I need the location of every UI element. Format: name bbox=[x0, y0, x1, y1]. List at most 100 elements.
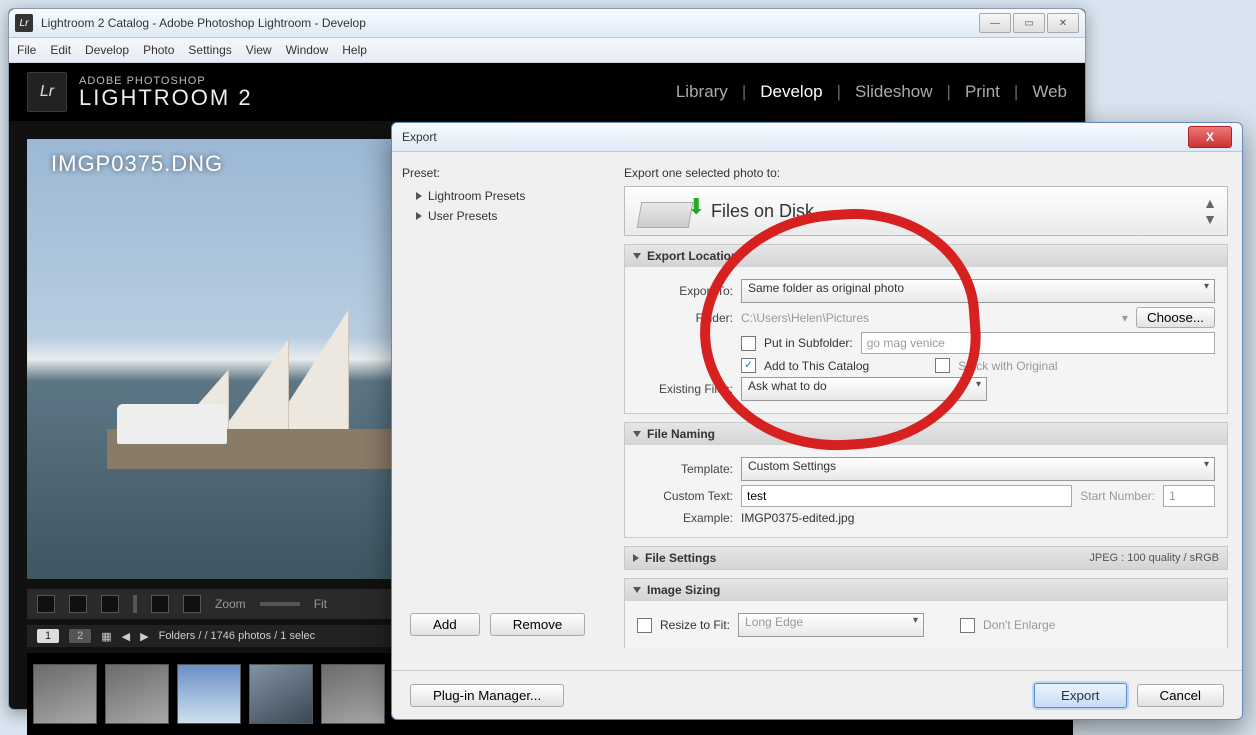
module-library[interactable]: Library bbox=[676, 82, 728, 102]
destination-selector[interactable]: ⬇ Files on Disk ▲▼ bbox=[624, 186, 1228, 236]
example-value: IMGP0375-edited.jpg bbox=[741, 511, 854, 525]
menu-window[interactable]: Window bbox=[286, 43, 329, 57]
app-icon: Lr bbox=[15, 14, 33, 32]
add-preset-button[interactable]: Add bbox=[410, 613, 480, 636]
prev-icon[interactable]: ◀ bbox=[122, 630, 130, 643]
zoom-slider[interactable] bbox=[260, 602, 300, 606]
crop-tool-icon[interactable] bbox=[37, 595, 55, 613]
dialog-footer: Plug-in Manager... Export Cancel bbox=[392, 670, 1242, 719]
triangle-right-icon bbox=[633, 554, 639, 562]
triangle-down-icon bbox=[633, 587, 641, 593]
template-select[interactable]: Custom Settings bbox=[741, 457, 1215, 481]
module-web[interactable]: Web bbox=[1032, 82, 1067, 102]
minimize-button[interactable]: — bbox=[979, 13, 1011, 33]
module-switcher: Library| Develop| Slideshow| Print| Web bbox=[676, 82, 1067, 102]
dialog-close-button[interactable]: X bbox=[1188, 126, 1232, 148]
thumb-4[interactable] bbox=[249, 664, 313, 724]
triangle-down-icon bbox=[633, 253, 641, 259]
folder-dropdown-icon: ▾ bbox=[1122, 311, 1128, 325]
section-header-image-sizing[interactable]: Image Sizing bbox=[625, 579, 1227, 601]
example-label: Example: bbox=[637, 511, 733, 525]
menu-view[interactable]: View bbox=[246, 43, 272, 57]
preset-user[interactable]: User Presets bbox=[402, 206, 614, 226]
maximize-button[interactable]: ▭ bbox=[1013, 13, 1045, 33]
flag-icon[interactable] bbox=[151, 595, 169, 613]
cancel-button[interactable]: Cancel bbox=[1137, 684, 1225, 707]
add-catalog-label: Add to This Catalog bbox=[764, 359, 869, 373]
thumb-5[interactable] bbox=[321, 664, 385, 724]
menu-file[interactable]: File bbox=[17, 43, 36, 57]
photo-subject bbox=[107, 299, 387, 469]
grid-icon[interactable]: ▦ bbox=[101, 630, 111, 643]
choose-folder-button[interactable]: Choose... bbox=[1136, 307, 1215, 328]
page-2[interactable]: 2 bbox=[69, 629, 91, 643]
subfolder-label: Put in Subfolder: bbox=[764, 336, 853, 350]
drive-icon: ⬇ bbox=[635, 192, 697, 230]
reject-icon[interactable] bbox=[183, 595, 201, 613]
window-controls: — ▭ ✕ bbox=[977, 13, 1079, 33]
compare-icon[interactable] bbox=[69, 595, 87, 613]
preset-lightroom[interactable]: Lightroom Presets bbox=[402, 186, 614, 206]
compare2-icon[interactable] bbox=[101, 595, 119, 613]
triangle-down-icon bbox=[633, 431, 641, 437]
existing-files-label: Existing Files: bbox=[637, 382, 733, 396]
close-button[interactable]: ✕ bbox=[1047, 13, 1079, 33]
export-button[interactable]: Export bbox=[1034, 683, 1127, 708]
thumb-1[interactable] bbox=[33, 664, 97, 724]
subfolder-input[interactable] bbox=[861, 332, 1215, 354]
page-1[interactable]: 1 bbox=[37, 629, 59, 643]
module-print[interactable]: Print bbox=[965, 82, 1000, 102]
existing-files-select[interactable]: Ask what to do bbox=[741, 377, 987, 401]
export-subtitle: Export one selected photo to: bbox=[624, 166, 1228, 180]
folder-label: Folder: bbox=[637, 311, 733, 325]
section-header-file-naming[interactable]: File Naming bbox=[625, 423, 1227, 445]
export-settings-panel: Export one selected photo to: ⬇ Files on… bbox=[624, 152, 1242, 648]
dialog-titlebar: Export X bbox=[392, 123, 1242, 152]
resize-label: Resize to Fit: bbox=[660, 618, 730, 632]
brand-big: LIGHTROOM 2 bbox=[79, 87, 253, 109]
triangle-right-icon bbox=[416, 212, 422, 220]
stack-label: Stack with Original bbox=[958, 359, 1057, 373]
main-titlebar: Lr Lightroom 2 Catalog - Adobe Photoshop… bbox=[9, 9, 1085, 38]
photo-filename: IMGP0375.DNG bbox=[51, 151, 223, 177]
preset-panel: Preset: Lightroom Presets User Presets bbox=[392, 152, 624, 648]
export-dialog: Export X Preset: Lightroom Presets User … bbox=[391, 122, 1243, 720]
start-number-input bbox=[1163, 485, 1215, 507]
menu-photo[interactable]: Photo bbox=[143, 43, 174, 57]
resize-select: Long Edge bbox=[738, 613, 924, 637]
chevron-updown-icon[interactable]: ▲▼ bbox=[1203, 195, 1217, 227]
menu-edit[interactable]: Edit bbox=[50, 43, 71, 57]
preset-heading: Preset: bbox=[402, 166, 614, 180]
brand-row: Lr ADOBE PHOTOSHOP LIGHTROOM 2 Library| … bbox=[9, 63, 1085, 121]
section-header-file-settings[interactable]: File SettingsJPEG : 100 quality / sRGB bbox=[625, 547, 1227, 569]
resize-checkbox[interactable] bbox=[637, 618, 652, 633]
preset-buttons: Add Remove bbox=[410, 613, 585, 636]
section-header-export-location[interactable]: Export Location bbox=[625, 245, 1227, 267]
plugin-manager-button[interactable]: Plug-in Manager... bbox=[410, 684, 564, 707]
no-enlarge-label: Don't Enlarge bbox=[983, 618, 1055, 632]
status-text: Folders / / 1746 photos / 1 selec bbox=[159, 630, 316, 642]
custom-text-input[interactable] bbox=[741, 485, 1072, 507]
thumb-2[interactable] bbox=[105, 664, 169, 724]
module-slideshow[interactable]: Slideshow bbox=[855, 82, 933, 102]
remove-preset-button[interactable]: Remove bbox=[490, 613, 586, 636]
menu-help[interactable]: Help bbox=[342, 43, 367, 57]
thumb-3[interactable] bbox=[177, 664, 241, 724]
add-catalog-checkbox[interactable] bbox=[741, 358, 756, 373]
section-export-location: Export Location Export To: Same folder a… bbox=[624, 244, 1228, 414]
custom-text-label: Custom Text: bbox=[637, 489, 733, 503]
window-title: Lightroom 2 Catalog - Adobe Photoshop Li… bbox=[41, 16, 977, 30]
subfolder-checkbox[interactable] bbox=[741, 336, 756, 351]
stack-checkbox[interactable] bbox=[935, 358, 950, 373]
export-to-select[interactable]: Same folder as original photo bbox=[741, 279, 1215, 303]
next-icon[interactable]: ▶ bbox=[140, 630, 148, 643]
section-file-naming: File Naming Template:Custom Settings Cus… bbox=[624, 422, 1228, 538]
export-to-label: Export To: bbox=[637, 284, 733, 298]
no-enlarge-checkbox bbox=[960, 618, 975, 633]
menu-develop[interactable]: Develop bbox=[85, 43, 129, 57]
module-develop[interactable]: Develop bbox=[760, 82, 822, 102]
menubar: File Edit Develop Photo Settings View Wi… bbox=[9, 38, 1085, 63]
menu-settings[interactable]: Settings bbox=[188, 43, 231, 57]
fit-label: Fit bbox=[314, 597, 327, 611]
file-settings-summary: JPEG : 100 quality / sRGB bbox=[1089, 552, 1219, 564]
